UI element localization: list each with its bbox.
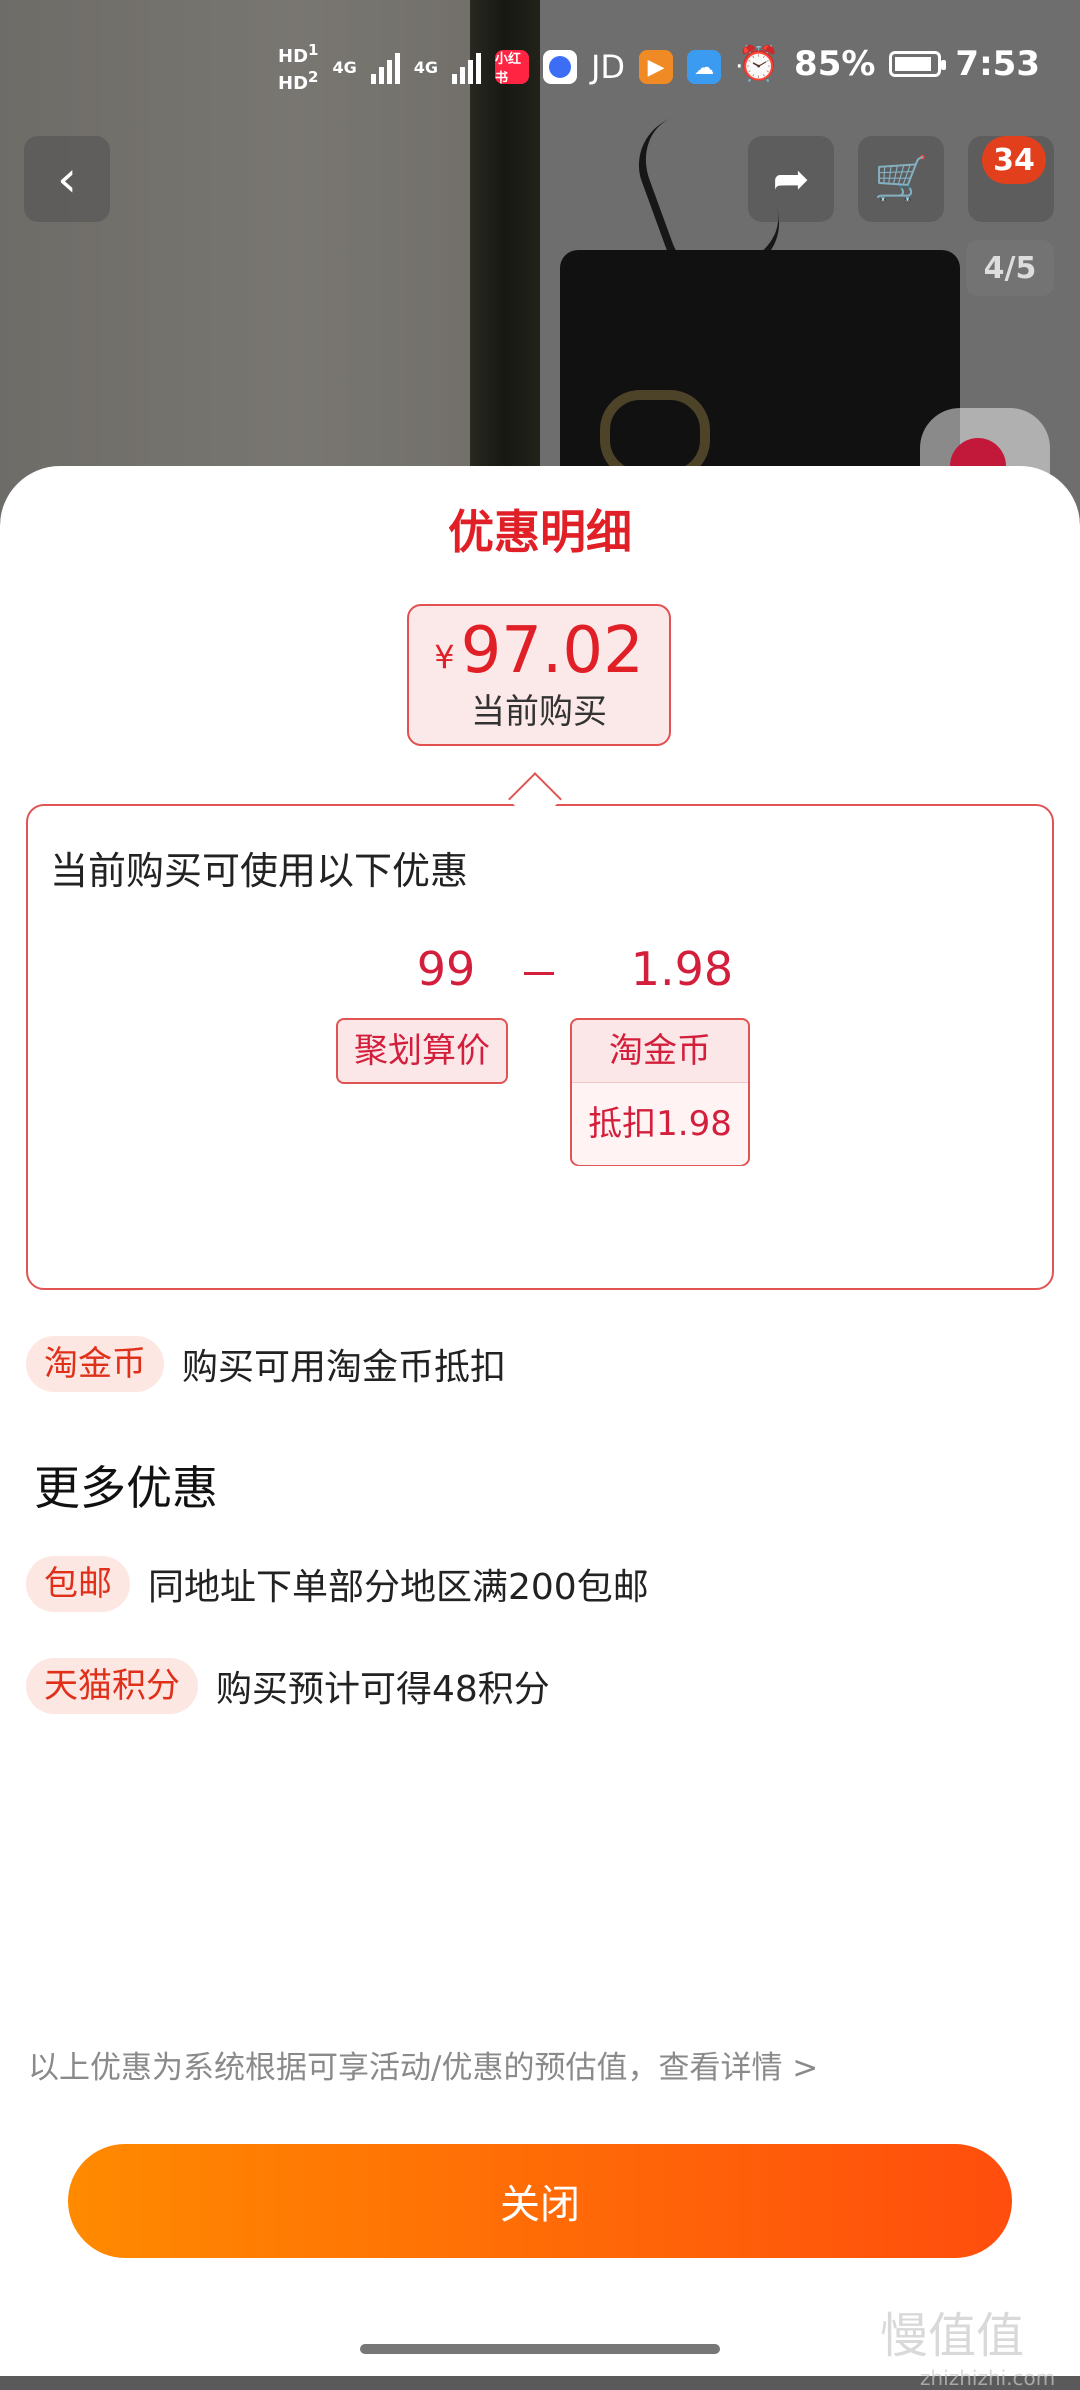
discount-detail-sheet: 优惠明细 ¥97.02 当前购买 当前购买可使用以下优惠 99 1.98 聚划算… (0, 466, 1080, 2390)
taojinbi-text: 购买可用淘金币抵扣 (182, 1347, 507, 1388)
jd-app-icon: JD (590, 48, 626, 86)
minus-sign (524, 972, 554, 975)
xiaohongshu-app-icon: 小红书 (494, 50, 529, 86)
battery-percent: 85% (794, 44, 876, 84)
price-value: 97.02 (460, 614, 644, 688)
signal-icon-2 (451, 50, 481, 84)
share-icon: ➦ (772, 153, 810, 205)
base-price-tag: 聚划算价 (336, 1018, 508, 1084)
network-label-1: 4G (332, 57, 357, 77)
cloud-app-icon: ☁ (687, 50, 722, 84)
discount-tag-sub: 抵扣1.98 (572, 1082, 748, 1165)
more-discount-text: 同地址下单部分地区满200包邮 (148, 1567, 649, 1608)
panel-caret (508, 772, 562, 826)
status-right: ⏰ 85% 7:53 (738, 44, 1040, 84)
price-label: 当前购买 (471, 692, 607, 732)
status-icons: HD1 HD2 4G 4G 小红书 JD ▶ ☁ ··· (278, 40, 760, 94)
view-details-link[interactable]: 以上优惠为系统根据可享活动/优惠的预估值，查看详情 > (28, 2042, 818, 2087)
clock: 7:53 (955, 44, 1040, 84)
alarm-icon: ⏰ (737, 44, 781, 84)
chevron-left-icon: ‹ (57, 150, 77, 208)
back-button[interactable]: ‹ (24, 136, 110, 222)
cart-icon: 🛒 (873, 154, 929, 205)
cart-button[interactable]: 🛒 (858, 136, 944, 222)
video-app-icon: ▶ (639, 50, 674, 84)
status-bar: HD1 HD2 4G 4G 小红书 JD ▶ ☁ ··· ⏰ 85% 7:53 (0, 0, 1080, 110)
more-discount-text: 购买预计可得48积分 (216, 1669, 550, 1710)
cart-count-badge: 34 (982, 136, 1046, 184)
more-discount-item: 天猫积分 购买预计可得48积分 (26, 1658, 550, 1714)
network-label-2: 4G (413, 57, 438, 77)
taojinbi-tag: 淘金币 (26, 1336, 164, 1392)
hd-indicator: HD1 HD2 (278, 41, 319, 94)
more-discount-tag: 包邮 (26, 1556, 130, 1612)
signal-icon-1 (370, 50, 400, 84)
share-button[interactable]: ➦ (748, 136, 834, 222)
discount-value: 1.98 (630, 942, 734, 996)
more-discount-tag: 天猫积分 (26, 1658, 198, 1714)
sheet-title: 优惠明细 (448, 505, 632, 559)
more-discounts-title: 更多优惠 (34, 1461, 218, 1515)
discount-tag-title: 淘金币 (609, 1031, 711, 1071)
discount-tag: 淘金币 抵扣1.98 (570, 1018, 750, 1166)
close-button[interactable]: 关闭 (68, 2144, 1012, 2258)
coupon-panel: 当前购买可使用以下优惠 99 1.98 聚划算价 淘金币 抵扣1.98 (26, 772, 1054, 1290)
taojinbi-row: 淘金币 购买可用淘金币抵扣 (26, 1336, 506, 1392)
current-price-box: ¥97.02 当前购买 (407, 604, 671, 746)
coupon-heading: 当前购买可使用以下优惠 (50, 849, 469, 893)
image-pager: 4/5 (966, 240, 1054, 296)
current-price: ¥97.02 (409, 616, 669, 692)
more-discount-item: 包邮 同地址下单部分地区满200包邮 (26, 1556, 649, 1612)
currency-symbol: ¥ (434, 638, 455, 676)
battery-icon (889, 51, 947, 77)
home-indicator[interactable] (360, 2344, 720, 2354)
browser-app-icon (542, 50, 577, 84)
base-price-value: 99 (416, 942, 476, 996)
